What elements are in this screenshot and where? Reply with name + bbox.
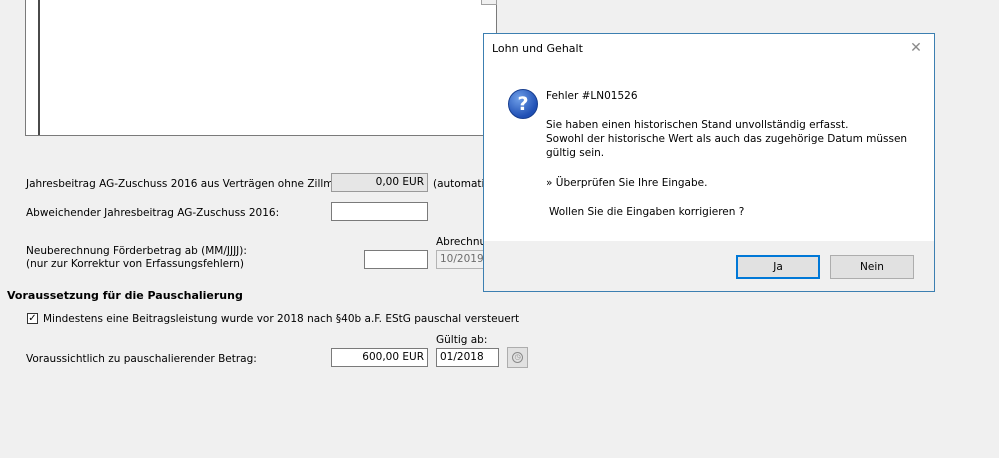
yes-button[interactable]: Ja bbox=[736, 255, 820, 279]
row4-date-input[interactable]: 01/2018 bbox=[436, 348, 499, 367]
no-button[interactable]: Nein bbox=[830, 255, 914, 279]
row3-label-line2: (nur zur Korrektur von Erfassungsfehlern… bbox=[26, 258, 245, 270]
close-icon[interactable]: ✕ bbox=[906, 37, 926, 59]
checkmark-icon: ✓ bbox=[28, 313, 37, 324]
list-area[interactable] bbox=[25, 0, 497, 136]
error-code: Fehler #LN01526 bbox=[546, 90, 638, 102]
row1-label: Jahresbeitrag AG-Zuschuss 2016 aus Vertr… bbox=[26, 178, 368, 190]
message-hint: » Überprüfen Sie Ihre Eingabe. bbox=[546, 177, 708, 189]
valid-from-label: Gültig ab: bbox=[436, 334, 488, 346]
section-title: Voraussetzung für die Pauschalierung bbox=[7, 289, 243, 302]
dialog-title: Lohn und Gehalt bbox=[492, 42, 583, 55]
message-question: Wollen Sie die Eingaben korrigieren ? bbox=[549, 206, 745, 218]
row2-input[interactable] bbox=[331, 202, 428, 221]
scrollbar-top[interactable] bbox=[481, 0, 497, 5]
history-icon: ◷ bbox=[512, 352, 523, 363]
row2-label: Abweichender Jahresbeitrag AG-Zuschuss 2… bbox=[26, 207, 280, 219]
history-button[interactable]: ◷ bbox=[507, 347, 528, 368]
row3-label-line1: Neuberechnung Förderbetrag ab (MM/JJJJ): bbox=[26, 245, 247, 257]
checkbox-label: Mindestens eine Beitragsleistung wurde v… bbox=[43, 313, 520, 325]
row1-value-field: 0,00 EUR bbox=[331, 173, 428, 192]
row3-input[interactable] bbox=[364, 250, 428, 269]
pauschal-checkbox[interactable]: ✓ bbox=[27, 313, 38, 324]
row1-suffix: (automatis bbox=[433, 178, 490, 190]
message-line3: gültig sein. bbox=[546, 147, 605, 159]
row4-label: Voraussichtlich zu pauschalierender Betr… bbox=[26, 353, 257, 365]
question-icon: ? bbox=[508, 89, 538, 119]
message-line1: Sie haben einen historischen Stand unvol… bbox=[546, 119, 849, 131]
error-dialog: Lohn und Gehalt ✕ ? Fehler #LN01526 Sie … bbox=[483, 33, 935, 292]
list-left-bar bbox=[26, 0, 40, 135]
row4-amount-input[interactable]: 600,00 EUR bbox=[331, 348, 428, 367]
row3-date-field: 10/2019 bbox=[436, 250, 486, 269]
message-line2: Sowohl der historische Wert als auch das… bbox=[546, 133, 908, 145]
